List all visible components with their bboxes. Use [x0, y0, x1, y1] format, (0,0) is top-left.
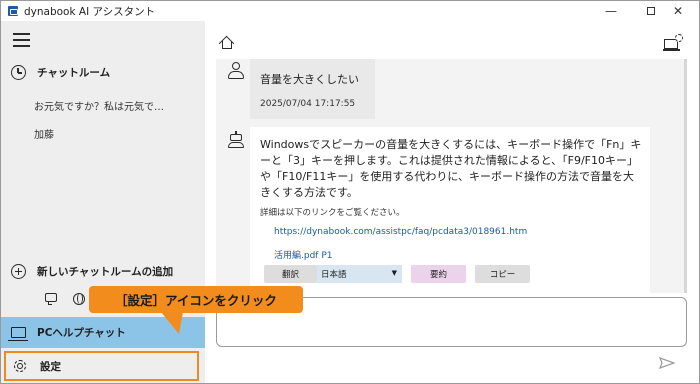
reference-link[interactable]: https://dynabook.com/assistpc/faq/pcdata…: [274, 227, 527, 237]
main-panel: 音量を大きくしたい 2025/07/04 17:17:55 Windowsでスピ…: [205, 21, 699, 383]
app-logo-icon: [8, 6, 18, 16]
bot-message-bubble: Windowsでスピーカーの音量を大きくするには、キーボード操作で「Fn」キーと…: [250, 127, 650, 293]
user-message-text: 音量を大きくしたい: [260, 73, 359, 86]
chat-rooms-header[interactable]: チャットルーム: [11, 65, 110, 80]
callout-pointer: [161, 312, 183, 334]
chat-room-item[interactable]: お元気ですか？私は元気で…: [34, 98, 164, 113]
settings-label: 設定: [40, 360, 61, 373]
language-select-value: 日本語: [321, 270, 347, 280]
new-chat-room-button[interactable]: 新しいチャットルームの追加: [11, 264, 173, 279]
gear-icon: [12, 358, 28, 374]
laptop-icon: [8, 327, 28, 341]
instruction-callout: ［設定］アイコンをクリック: [89, 286, 303, 313]
user-message-bubble: 音量を大きくしたい 2025/07/04 17:17:55: [250, 59, 375, 119]
language-select[interactable]: 日本語 ▼: [317, 265, 402, 283]
bot-message-text: Windowsでスピーカーの音量を大きくするには、キーボード操作で「Fn」キーと…: [260, 138, 642, 199]
reference-link[interactable]: 活用編.pdf P1: [274, 248, 332, 261]
plus-circle-icon: [11, 264, 26, 279]
settings-button[interactable]: 設定: [4, 351, 199, 381]
user-avatar-icon: [228, 62, 244, 80]
send-icon[interactable]: [659, 357, 675, 369]
copy-button[interactable]: コピー: [475, 265, 530, 283]
pc-help-chat-label: PCヘルプチャット: [37, 327, 126, 339]
sidebar-icon-row: [45, 293, 85, 305]
pc-settings-icon[interactable]: [663, 34, 684, 52]
chat-bubble-icon[interactable]: [45, 293, 57, 305]
home-icon[interactable]: [218, 34, 235, 52]
translate-button[interactable]: 翻訳: [264, 265, 317, 283]
chat-history: 音量を大きくしたい 2025/07/04 17:17:55 Windowsでスピ…: [216, 59, 684, 293]
bot-avatar-icon: [227, 131, 245, 149]
message-actions: 翻訳 日本語 ▼ 要約 コピー: [264, 265, 530, 283]
minimize-button[interactable]: —: [591, 1, 631, 21]
app-window: dynabook AI アシスタント — ✕ チャットルーム お元気ですか？私は…: [0, 0, 700, 384]
globe-icon[interactable]: [73, 293, 85, 305]
close-button[interactable]: ✕: [658, 1, 698, 21]
message-timestamp: 2025/07/04 17:17:55: [260, 99, 356, 109]
maximize-icon: [647, 7, 655, 15]
dropdown-arrow-icon: ▼: [391, 269, 397, 277]
new-chat-room-label: 新しいチャットルームの追加: [37, 266, 174, 278]
detail-label: 詳細は以下のリンクをご覧ください。: [260, 208, 405, 218]
chat-room-item[interactable]: 加藤: [34, 126, 54, 141]
window-title: dynabook AI アシスタント: [24, 6, 156, 18]
title-bar: dynabook AI アシスタント — ✕: [1, 1, 699, 21]
chat-rooms-label: チャットルーム: [37, 67, 111, 79]
summary-button[interactable]: 要約: [411, 265, 466, 283]
hamburger-menu-icon[interactable]: [13, 33, 30, 47]
history-icon: [11, 65, 26, 80]
chat-scrollbar[interactable]: [684, 59, 687, 293]
